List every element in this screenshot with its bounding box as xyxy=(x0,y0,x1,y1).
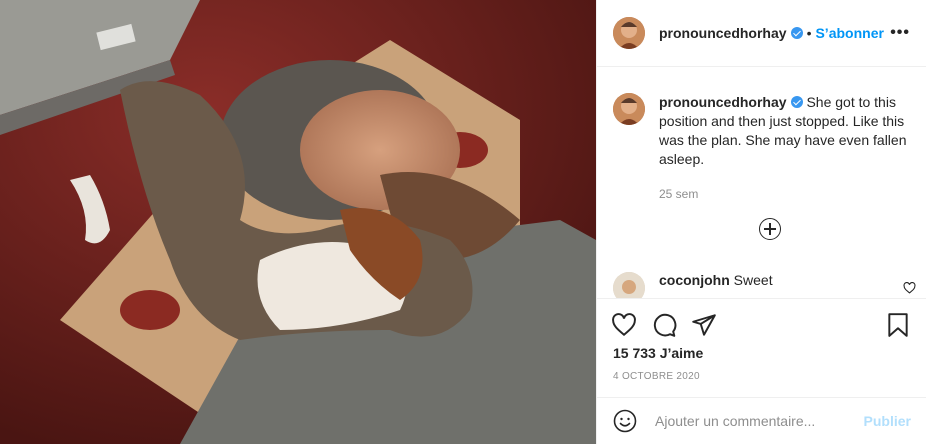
plus-circle-icon[interactable] xyxy=(759,218,781,240)
verified-icon xyxy=(790,96,803,108)
post-photo[interactable] xyxy=(0,0,596,444)
bookmark-icon[interactable] xyxy=(885,312,911,338)
post-side-panel: pronouncedhorhay • S’abonner ••• pronoun… xyxy=(596,0,926,444)
post-actions: 15 733 J’aime 4 OCTOBRE 2020 Publier xyxy=(597,298,926,444)
publish-button[interactable]: Publier xyxy=(864,413,911,429)
header-separator: • xyxy=(806,25,812,41)
share-icon[interactable] xyxy=(691,312,717,338)
instagram-post: pronouncedhorhay • S’abonner ••• pronoun… xyxy=(0,0,926,444)
comment-username[interactable]: coconjohn xyxy=(659,272,730,288)
caption-body: pronouncedhorhay She got to this positio… xyxy=(659,93,909,204)
action-bar xyxy=(597,299,926,339)
post-caption: pronouncedhorhay She got to this positio… xyxy=(597,67,926,204)
author-avatar[interactable] xyxy=(613,17,645,49)
caption-username[interactable]: pronouncedhorhay xyxy=(659,94,787,110)
author-username[interactable]: pronouncedhorhay xyxy=(659,25,787,41)
comment-text: Sweet xyxy=(733,272,773,288)
emoji-icon[interactable] xyxy=(613,409,637,433)
add-comment-bar: Publier xyxy=(597,397,926,444)
follow-button[interactable]: S’abonner xyxy=(815,25,883,41)
caption-avatar[interactable] xyxy=(613,93,645,125)
caption-timestamp[interactable]: 25 sem xyxy=(659,185,909,204)
post-date[interactable]: 4 OCTOBRE 2020 xyxy=(597,361,926,382)
heart-icon[interactable] xyxy=(611,312,637,338)
more-icon[interactable]: ••• xyxy=(890,24,910,42)
avatar-image xyxy=(613,93,645,125)
verified-icon xyxy=(790,27,803,39)
likes-count[interactable]: 15 733 J’aime xyxy=(597,339,926,361)
comment-input[interactable] xyxy=(653,412,864,430)
comment-like-heart-icon[interactable] xyxy=(903,282,916,294)
post-photo-illustration xyxy=(0,0,596,444)
comment-icon[interactable] xyxy=(651,312,677,338)
post-header: pronouncedhorhay • S’abonner ••• xyxy=(597,0,926,67)
avatar-image xyxy=(613,17,645,49)
